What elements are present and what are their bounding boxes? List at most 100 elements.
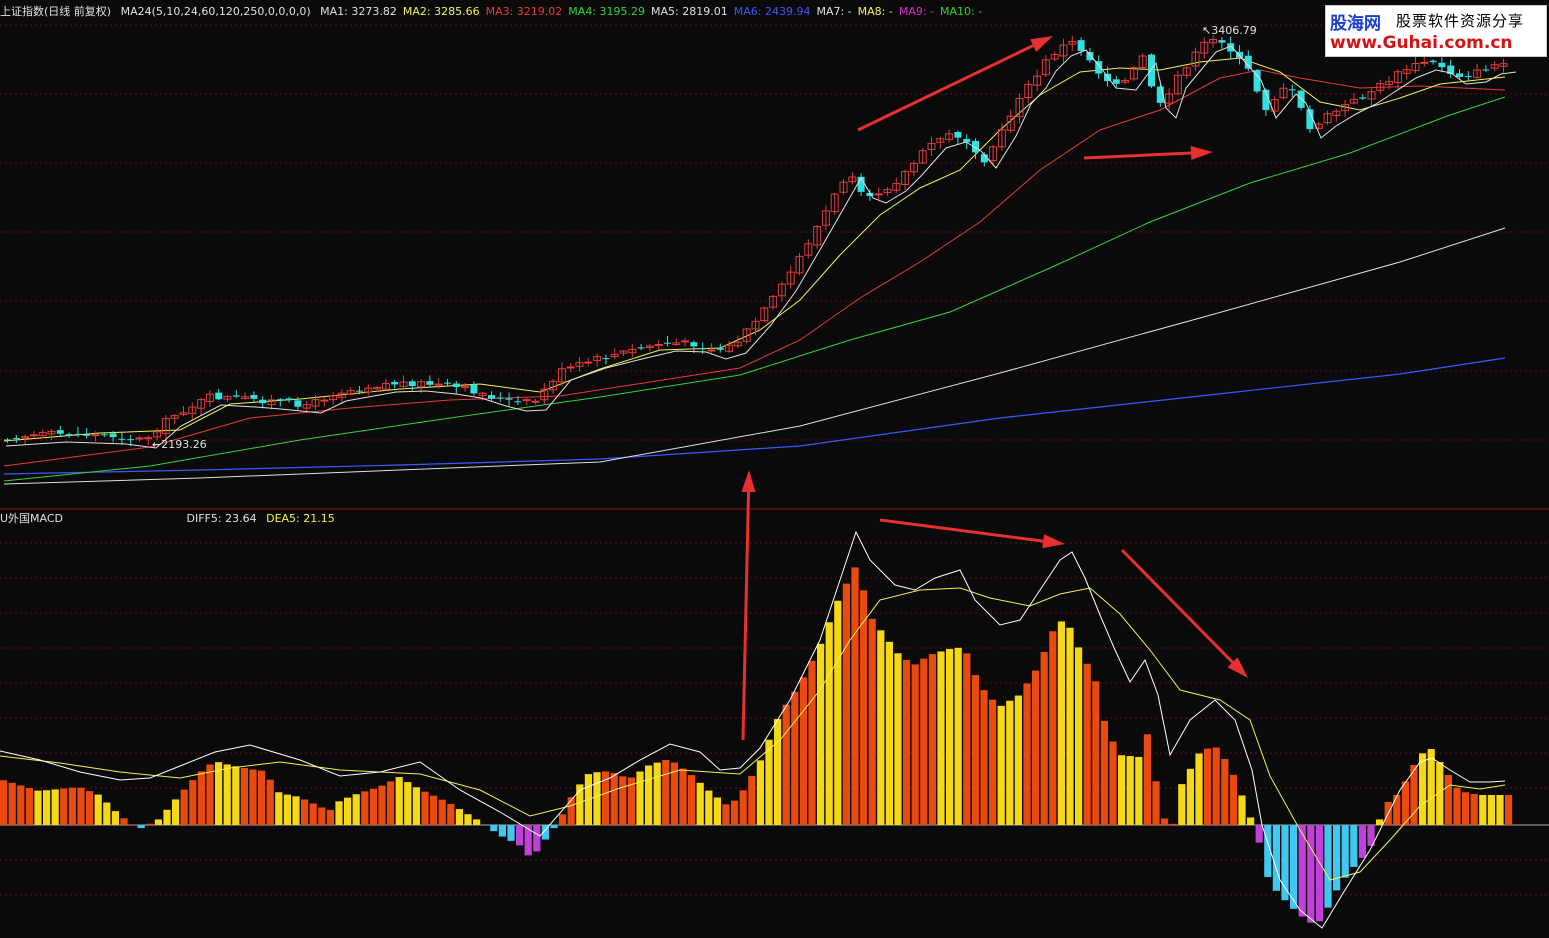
arrow-macd-peaks-shaft [879,518,1044,543]
macd-histogram-bar [60,788,68,825]
macd-histogram-bar [421,791,429,825]
ma-value-1: MA1: 3273.82 [320,5,397,18]
macd-histogram-bar [1143,734,1151,825]
macd-histogram-bar [1427,749,1435,825]
macd-histogram-bar [1462,792,1470,825]
macd-histogram-bar [1135,756,1143,825]
macd-histogram-bar [232,766,240,825]
macd-histogram-bar [447,803,455,825]
macd-histogram-bar [1169,823,1177,825]
macd-histogram-bar [1272,825,1280,891]
candle-body-down [100,434,108,436]
candle-body-down [408,381,416,386]
candle-body-down [1218,40,1226,43]
macd-histogram-bar [1023,683,1031,825]
watermark-url: www.Guhai.com.cn [1330,33,1513,53]
ma-value-7: MA7: - [816,5,852,18]
macd-histogram-bar [1092,681,1100,825]
macd-histogram-bar [817,643,825,825]
macd-histogram-bar [946,648,954,825]
ma-setting[interactable]: MA24(5,10,24,60,120,250,0,0,0,0) [121,5,311,18]
macd-histogram-bar [301,799,309,825]
macd-histogram-bar [688,775,696,825]
macd-histogram-bar [17,785,25,825]
chart-canvas[interactable]: ←2193.26 ↖3406.79 [0,0,1549,938]
candle-body-down [391,381,399,385]
candle-body-down [690,342,698,347]
macd-histogram-bar [326,809,334,825]
candle-body-down [83,434,91,436]
macd-histogram-bar [1109,741,1117,825]
ma-value-6: MA6: 2439.94 [733,5,811,18]
macd-histogram-bar [1204,748,1212,825]
macd-histogram-bar [77,787,85,825]
macd-histogram-bar [1358,825,1366,858]
macd-histogram-bar [516,825,524,846]
macd-histogram-bar [292,796,300,825]
arrow-vertical-up-head [741,470,756,493]
macd-histogram-bar [1333,825,1341,891]
macd-histogram-bar [834,600,842,825]
macd-histogram-bar [507,825,515,841]
macd-histogram-bar [808,660,816,825]
macd-histogram-bar [1118,755,1126,825]
macd-histogram-bar [352,794,360,825]
candle-body-down [1288,89,1296,91]
macd-histogram-bar [395,777,403,825]
macd-histogram-bar [455,809,463,825]
macd-histogram-bar [275,792,283,825]
candle-body-down [285,398,293,401]
macd-histogram-bar [1376,819,1384,825]
macd-histogram-bar [567,797,575,825]
macd-histogram-bar [318,807,326,825]
candle-body-down [426,381,434,385]
candle-body-down [637,347,645,349]
macd-histogram-bar [111,811,119,825]
macd-histogram-bar [799,677,807,825]
macd-histogram-bar [430,795,438,825]
macd-histogram-bar [963,653,971,825]
dea-value: DEA5: 21.15 [266,512,335,525]
macd-histogram-bar [490,825,498,832]
macd-histogram-bar [473,819,481,825]
macd-histogram-bar [94,794,102,825]
macd-histogram-bar [8,782,16,825]
candle-body-down [470,384,478,394]
candle-body-down [276,399,284,401]
macd-histogram-bar [412,787,420,825]
macd-histogram-bar [1032,670,1040,825]
candle-body-down [664,342,671,344]
macd-histogram-bar [1444,775,1452,825]
macd-histogram-bar [679,768,687,825]
macd-histogram-bar [696,782,704,825]
candle-body-up [654,344,663,347]
macd-histogram-bar [1238,795,1246,825]
candle-body-down [232,395,240,397]
macd-histogram-bar [335,801,343,825]
macd-histogram-bar [971,675,979,825]
macd-histogram-bar [1186,768,1194,825]
candle-body-up [1420,61,1429,64]
macd-histogram-bar [645,765,653,825]
macd-histogram-bar [851,567,859,825]
macd-histogram-bar [206,764,214,825]
arrow-vertical-up-shaft [741,491,751,741]
candle-body-up [135,437,144,440]
macd-histogram-bar [344,797,352,825]
macd-histogram-bar [1453,787,1461,825]
macd-histogram-bar [593,772,601,825]
macd-histogram-bar [1487,795,1495,825]
macd-histogram-bar [885,641,893,825]
candle-body-down [127,439,135,441]
ma4-line [3,96,1506,482]
macd-histogram-bar [920,658,928,825]
macd-histogram-bar [258,770,266,825]
ma-value-3: MA3: 3219.02 [485,5,563,18]
index-title[interactable]: 上证指数(日线 前复权) [0,5,111,18]
macd-histogram-bar [120,818,128,825]
macd-histogram-bar [1083,663,1091,825]
macd-histogram-bar [215,762,223,825]
indicator-name[interactable]: U外国MACD [0,512,63,525]
macd-histogram-bar [51,789,59,825]
candle-body-down [4,439,11,441]
